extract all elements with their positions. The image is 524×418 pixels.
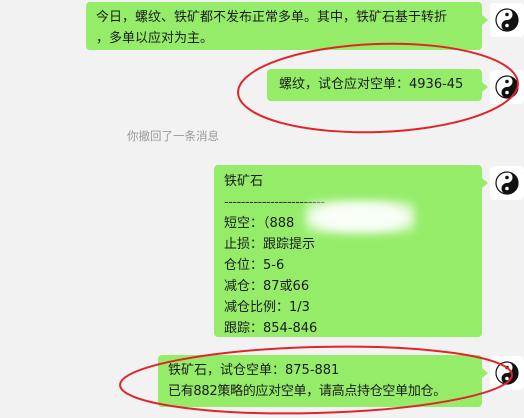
redaction-blur bbox=[305, 200, 415, 234]
avatar[interactable] bbox=[490, 3, 524, 37]
message-bubble[interactable]: 今日，螺纹、铁矿都不发布正常多单。其中，铁矿石基于转折 ，多单以应对为主。 bbox=[86, 2, 488, 50]
yin-yang-icon bbox=[490, 3, 524, 37]
message-bubble[interactable]: 铁矿石 ------------------------ 短空：（888 止损：… bbox=[214, 165, 488, 337]
avatar[interactable] bbox=[490, 166, 524, 200]
message-text-line: 仓位：5-6 bbox=[224, 258, 285, 273]
yin-yang-icon bbox=[490, 166, 524, 200]
message-bubble[interactable]: 铁矿石，试仓空单：875-881 已有882策略的应对空单，请高点持仓空单加仓。 bbox=[158, 355, 488, 407]
avatar[interactable] bbox=[490, 356, 524, 390]
message-text-line: 今日，螺纹、铁矿都不发布正常多单。其中，铁矿石基于转折 bbox=[96, 10, 448, 25]
message-text-line: ，多单以应对为主。 bbox=[96, 31, 214, 46]
message-text-line: 已有882策略的应对空单，请高点持仓空单加仓。 bbox=[168, 384, 446, 399]
message-text-line: 铁矿石 bbox=[224, 174, 264, 189]
avatar[interactable] bbox=[490, 70, 524, 104]
message-text-line: 止损：跟踪提示 bbox=[224, 237, 316, 252]
message-bubble[interactable]: 螺纹，试仓应对空单：4936-45 bbox=[267, 69, 488, 101]
chat-window: 今日，螺纹、铁矿都不发布正常多单。其中，铁矿石基于转折 ，多单以应对为主。 螺纹… bbox=[0, 0, 524, 418]
message-text-line: 螺纹，试仓应对空单：4936-45 bbox=[279, 77, 464, 92]
yin-yang-icon bbox=[490, 356, 524, 390]
recalled-message-notice: 你撤回了一条消息 bbox=[127, 129, 219, 143]
yin-yang-icon bbox=[490, 70, 524, 104]
message-text-line: 减仓：87或66 bbox=[224, 279, 310, 294]
message-text-line: 跟踪：854-846 bbox=[224, 321, 318, 336]
message-text-line: 减仓比例：1/3 bbox=[224, 300, 310, 315]
message-text-line: 铁矿石，试仓空单：875-881 bbox=[168, 363, 340, 378]
